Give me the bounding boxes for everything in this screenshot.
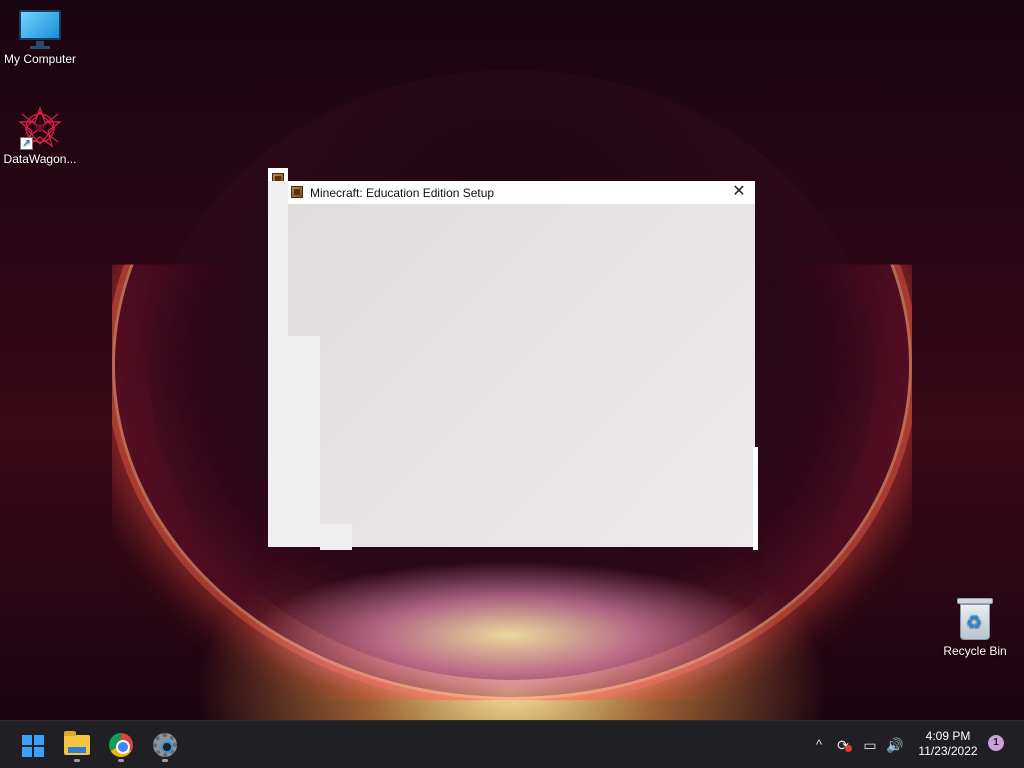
- window-titlebar[interactable]: Minecraft: Education Edition Setup ✕: [288, 181, 755, 204]
- minecraft-block-icon: [291, 186, 303, 198]
- desktop-icon-label: My Computer: [3, 52, 77, 66]
- volume-icon[interactable]: 🔊: [885, 735, 905, 755]
- setup-window[interactable]: Minecraft: Education Edition Setup ✕: [268, 181, 755, 550]
- system-clock[interactable]: 4:09 PM 11/23/2022: [906, 729, 990, 759]
- wallpaper-glow: [250, 560, 770, 710]
- chrome-icon: [109, 733, 133, 757]
- clock-date: 11/23/2022: [918, 744, 978, 758]
- window-title: Minecraft: Education Edition Setup: [310, 186, 495, 200]
- start-button[interactable]: [14, 727, 50, 763]
- monitor-icon: [19, 10, 61, 50]
- taskbar-file-explorer[interactable]: [59, 727, 95, 763]
- running-indicator: [74, 759, 80, 762]
- desktop-icon-label: DataWagon...: [3, 152, 77, 166]
- recycle-bin-icon: ♻: [957, 598, 993, 642]
- clock-time: 4:09 PM: [925, 729, 971, 743]
- show-hidden-icons-chevron-icon[interactable]: ^: [809, 735, 829, 755]
- sync-status-icon[interactable]: ⟳: [833, 735, 853, 755]
- running-indicator: [162, 759, 168, 762]
- taskbar-settings[interactable]: [147, 727, 183, 763]
- notification-badge[interactable]: 1: [988, 735, 1004, 751]
- window-right-edge: [753, 447, 758, 550]
- network-icon[interactable]: ▭: [860, 735, 880, 755]
- folder-icon: [64, 731, 90, 755]
- close-button[interactable]: ✕: [730, 183, 748, 201]
- datawagon-icon: ↗: [16, 106, 64, 150]
- desktop-icon-label: Recycle Bin: [943, 644, 1007, 658]
- desktop-icon-recycle-bin[interactable]: ♻ Recycle Bin: [935, 598, 1015, 658]
- desktop-icon-my-computer[interactable]: My Computer: [0, 10, 80, 66]
- window-lower-left-panel: [268, 336, 320, 547]
- desktop-icon-datawagon[interactable]: ↗ DataWagon...: [0, 106, 80, 166]
- taskbar: ^ ⟳ ▭ 🔊 4:09 PM 11/23/2022: [0, 720, 1024, 768]
- gear-icon: [153, 733, 177, 757]
- window-lower-strip: [320, 524, 352, 550]
- windows-logo-icon: [22, 735, 44, 757]
- shortcut-arrow-icon: ↗: [20, 137, 33, 150]
- taskbar-chrome[interactable]: [103, 727, 139, 763]
- window-content-area: [288, 204, 755, 547]
- running-indicator: [118, 759, 124, 762]
